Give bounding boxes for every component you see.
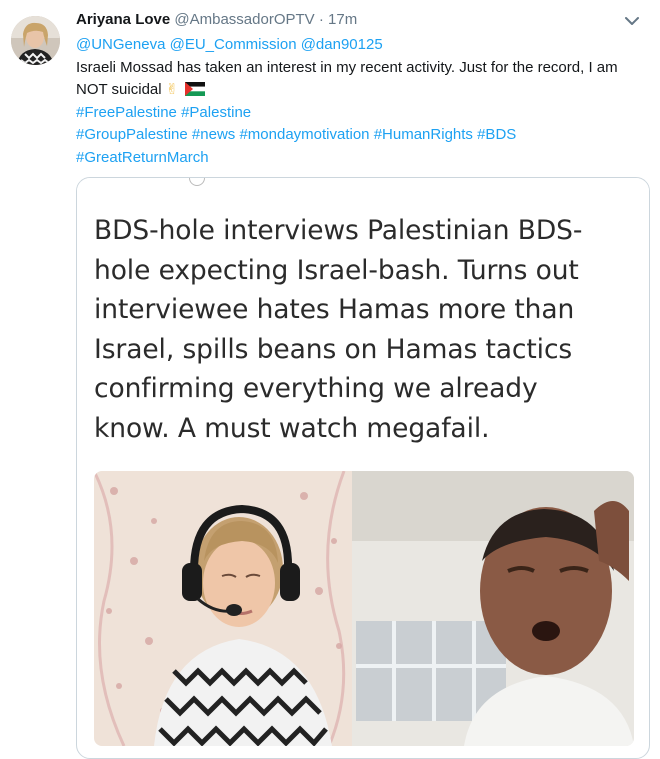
card-top-strip [77,178,649,192]
video-thumbnail[interactable] [94,471,634,746]
quoted-media-card[interactable]: BDS-hole interviews Palestinian BDS- hol… [76,177,650,759]
hashtags-line: #GreatReturnMarch [76,147,646,170]
hashtag-link[interactable]: #BDS [477,126,516,143]
avatar-image [11,16,60,65]
hashtag-link[interactable]: #FreePalestine [76,104,177,121]
mention-link[interactable]: @EU_Commission [170,36,297,53]
headline-line: Israel, spills beans on Hamas tactics [94,333,573,365]
hashtags-line: #FreePalestine #Palestine [76,102,646,125]
mention-link[interactable]: @UNGeneva [76,36,165,53]
mention-link[interactable]: @dan90125 [301,36,383,53]
tweet-text-line-2: NOT suicidal ✌ [76,79,646,102]
display-name[interactable]: Ariyana Love [76,11,170,28]
victory-hand-icon: ✌ [165,81,179,98]
avatar[interactable] [11,16,60,65]
logo-fragment-icon [189,178,205,186]
hashtag-link[interactable]: #news [192,126,235,143]
hashtag-link[interactable]: #GreatReturnMarch [76,149,209,166]
separator-dot: · [318,11,324,28]
user-handle[interactable]: @AmbassadorOPTV [174,11,314,28]
hashtag-link[interactable]: #mondaymotivation [239,126,369,143]
tweet-header: Ariyana Love @AmbassadorOPTV · 17m [76,10,357,30]
headline-line: hole expecting Israel-bash. Turns out [94,254,579,286]
card-headline: BDS-hole interviews Palestinian BDS- hol… [94,211,639,448]
hashtag-link[interactable]: #HumanRights [374,126,473,143]
headline-line: know. A must watch megafail. [94,412,490,444]
hashtag-link[interactable]: #GroupPalestine [76,126,188,143]
hashtags-line: #GroupPalestine #news #mondaymotivation … [76,124,646,147]
video-still-image [94,471,634,746]
mentions-line: @UNGeneva @EU_Commission @dan90125 [76,34,646,57]
palestine-flag-icon [184,82,205,96]
headline-line: confirming everything we already [94,373,538,404]
tweet-text: @UNGeneva @EU_Commission @dan90125 Israe… [76,34,646,169]
headline-line: BDS-hole interviews Palestinian BDS- [94,215,583,246]
headline-line: interviewee hates Hamas more than [94,294,575,325]
chevron-down-icon[interactable] [624,16,640,26]
tweet-text-line: Israeli Mossad has taken an interest in … [76,58,618,76]
tweet-text-fragment: NOT suicidal [76,81,162,98]
tweet-timestamp[interactable]: 17m [328,11,357,28]
hashtag-link[interactable]: #Palestine [181,104,251,121]
